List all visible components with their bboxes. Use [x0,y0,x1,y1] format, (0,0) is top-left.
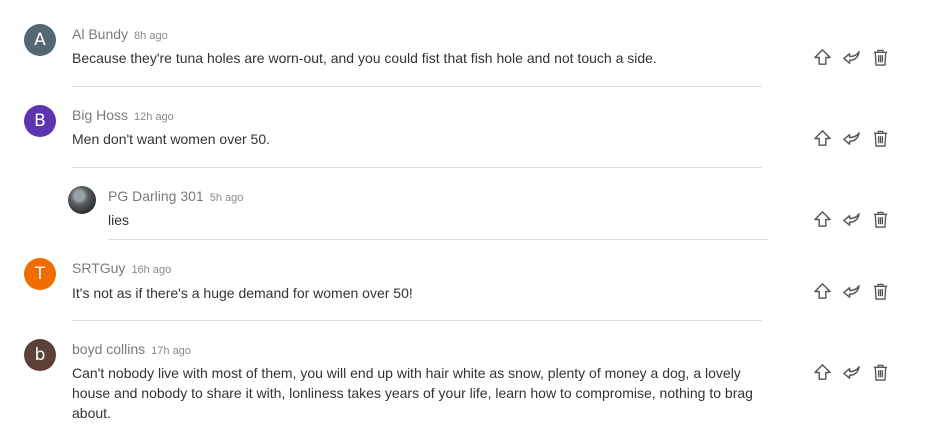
author-name[interactable]: Big Hoss [72,107,128,123]
trash-icon[interactable] [871,363,890,382]
comment-text: It's not as if there's a huge demand for… [72,285,413,301]
upvote-arrow-icon[interactable] [813,48,832,67]
author-name[interactable]: PG Darling 301 [108,188,204,204]
avatar[interactable] [68,186,96,214]
avatar[interactable]: B [24,105,56,137]
divider [108,239,768,240]
trash-icon[interactable] [871,48,890,67]
avatar[interactable]: T [24,258,56,290]
comment-author[interactable]: boyd collins 17h ago [72,341,191,357]
comment-time: 5h ago [209,192,244,204]
trash-icon[interactable] [871,129,890,148]
upvote-arrow-icon[interactable] [813,129,832,148]
upvote-arrow-icon[interactable] [813,282,832,301]
comment-author[interactable]: PG Darling 301 5h ago [108,188,243,204]
reply-arrow-icon[interactable] [842,129,861,148]
comment-author[interactable]: Al Bundy 8h ago [72,26,168,42]
upvote-arrow-icon[interactable] [813,363,832,382]
comment-time: 17h ago [151,345,191,357]
comment-time: 16h ago [131,264,172,276]
author-name[interactable]: SRTGuy [72,260,125,276]
comment-author[interactable]: SRTGuy 16h ago [72,260,171,276]
divider [72,167,762,168]
comment-actions [813,363,890,382]
upvote-arrow-icon[interactable] [813,210,832,229]
trash-icon[interactable] [871,210,890,229]
author-name[interactable]: boyd collins [72,341,145,357]
comment-actions [813,48,890,67]
comment-actions [813,210,890,229]
comment-actions [813,129,890,148]
comment-text: lies [108,212,130,228]
reply-arrow-icon[interactable] [842,363,861,382]
avatar[interactable]: b [24,339,56,371]
trash-icon[interactable] [871,282,890,301]
comment-text: Because they're tuna holes are worn-out,… [72,50,657,66]
avatar[interactable]: A [24,24,56,56]
comment-time: 8h ago [134,30,168,42]
reply-arrow-icon[interactable] [842,210,861,229]
comment-text: Can't nobody live with most of them, you… [72,365,753,421]
author-name[interactable]: Al Bundy [72,26,128,42]
reply-arrow-icon[interactable] [842,282,861,301]
divider [72,86,762,87]
reply-arrow-icon[interactable] [842,48,861,67]
comment-actions [813,282,890,301]
comment-text: Men don't want women over 50. [72,131,271,147]
comment-time: 12h ago [134,111,174,123]
comment-author[interactable]: Big Hoss 12h ago [72,107,174,123]
divider [72,320,762,321]
